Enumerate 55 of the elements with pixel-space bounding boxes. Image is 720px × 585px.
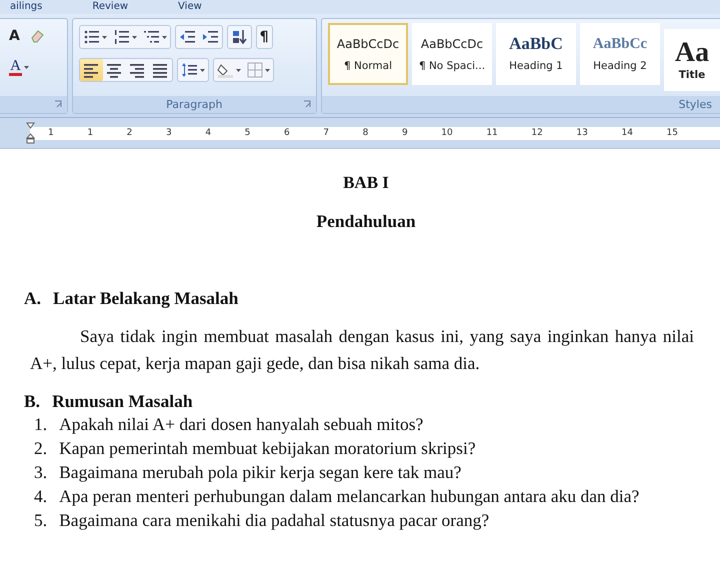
ribbon-tab[interactable]: Review bbox=[92, 0, 128, 14]
sort-icon bbox=[230, 29, 248, 45]
list-icon bbox=[112, 29, 130, 45]
indent-icon bbox=[178, 29, 196, 45]
caret-icon bbox=[132, 36, 137, 38]
caret-icon bbox=[162, 36, 167, 38]
section-heading: Latar Belakang Masalah bbox=[53, 288, 238, 309]
list-number: 5. bbox=[34, 509, 48, 532]
document-subtitle: Pendahuluan bbox=[315, 211, 417, 232]
list-number: 2. bbox=[34, 437, 48, 460]
list-icon bbox=[142, 29, 160, 45]
style-gallery-item[interactable]: AaBbC Heading 1 bbox=[496, 23, 576, 85]
style-gallery-item[interactable]: AaBbCc Heading 2 bbox=[580, 23, 660, 85]
caret-icon bbox=[200, 68, 205, 72]
align-icon bbox=[82, 62, 100, 78]
ribbon-tab[interactable]: ailings bbox=[10, 0, 42, 14]
align-icon bbox=[128, 62, 146, 78]
list-item: Kapan pemerintah membuat kebijakan moratorium skripsi? bbox=[59, 437, 476, 460]
caret-icon bbox=[24, 66, 29, 68]
group-label: Styles bbox=[678, 98, 712, 111]
align-icon bbox=[152, 62, 169, 78]
caret-icon bbox=[102, 36, 107, 38]
section-number: A. bbox=[24, 288, 42, 309]
body-paragraph: Saya tidak ingin membuat masalah dengan kasus ini, yang saya inginkan hanya nilai A+, lulus cepat, kerja mapan gaji gede, dan bisa nikah sama dia. bbox=[30, 325, 694, 375]
list-number: 4. bbox=[34, 485, 48, 508]
eraser-icon bbox=[30, 29, 44, 43]
list-icon bbox=[82, 29, 100, 45]
caret-icon bbox=[236, 68, 241, 72]
font-color-button[interactable]: A bbox=[6, 56, 32, 78]
grow-font-button[interactable]: A bbox=[6, 25, 23, 47]
line-spacing-icon bbox=[180, 62, 198, 78]
group-label: Paragraph bbox=[166, 98, 222, 111]
list-item: Apakah nilai A+ dari dosen hanyalah sebuah mitos? bbox=[59, 413, 424, 436]
ribbon-tab[interactable]: View bbox=[178, 0, 202, 14]
section-number: B. bbox=[24, 391, 40, 412]
document-title: BAB I bbox=[342, 173, 390, 193]
paint-bucket-icon bbox=[216, 62, 234, 78]
caret-icon bbox=[264, 68, 270, 72]
style-gallery-item[interactable]: AaBbCcDc ¶ No Spaci... bbox=[412, 23, 492, 85]
show-marks-button[interactable]: ¶ bbox=[256, 26, 272, 48]
list-item: Bagaimana merubah pola pikir kerja segan kere tak mau? bbox=[59, 461, 462, 484]
section-heading: Rumusan Masalah bbox=[52, 391, 193, 412]
dialog-launcher-icon[interactable] bbox=[303, 100, 311, 108]
align-left-button[interactable] bbox=[80, 59, 103, 81]
align-icon bbox=[106, 62, 123, 78]
style-gallery-item[interactable]: Aa Title bbox=[664, 29, 720, 91]
list-item: Apa peran menteri perhubungan dalam melancarkan hubungan antara aku dan dia? bbox=[59, 485, 640, 508]
borders-icon bbox=[246, 62, 263, 78]
indent-icon bbox=[202, 29, 219, 45]
list-item: Bagaimana cara menikahi dia padahal statusnya pacar orang? bbox=[59, 509, 490, 532]
list-number: 3. bbox=[34, 461, 48, 484]
list-number: 1. bbox=[34, 413, 48, 436]
indent-marker-icon[interactable] bbox=[26, 122, 35, 144]
dialog-launcher-icon[interactable] bbox=[54, 100, 62, 108]
style-gallery-item[interactable]: AaBbCcDc ¶ Normal bbox=[328, 23, 408, 85]
